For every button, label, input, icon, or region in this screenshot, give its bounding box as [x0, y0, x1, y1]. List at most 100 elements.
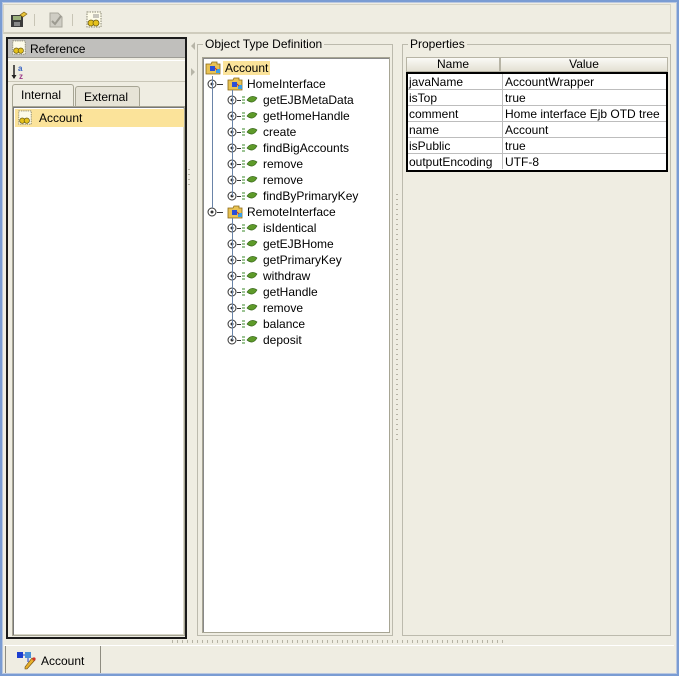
folder-icon: [227, 204, 245, 220]
property-value[interactable]: Account: [502, 122, 666, 137]
tree-connector: [237, 148, 241, 149]
property-value[interactable]: UTF-8: [502, 154, 666, 169]
method-icon: [241, 238, 259, 250]
tree-connector: [232, 218, 233, 340]
reference-list: Account: [12, 106, 185, 636]
tree-method-label: isIdentical: [263, 221, 317, 235]
tree-connector: [232, 90, 233, 196]
tree-method-label: balance: [263, 317, 306, 331]
tree-method-label: remove: [263, 173, 304, 187]
tree-connector: [237, 164, 241, 165]
tree-method-label: withdraw: [263, 269, 311, 283]
property-value[interactable]: true: [502, 138, 666, 153]
folder-icon: [205, 60, 223, 76]
property-name: outputEncoding: [409, 155, 493, 169]
bottom-tab-label: Account: [41, 654, 85, 668]
reference-tabs: Internal External: [12, 84, 184, 106]
tree-method-label: getHomeHandle: [263, 109, 350, 123]
method-icon: [241, 190, 259, 202]
method-icon: [241, 318, 259, 330]
save-icon[interactable]: [10, 11, 28, 29]
property-row[interactable]: javaName AccountWrapper: [408, 74, 666, 90]
property-value[interactable]: AccountWrapper: [502, 74, 666, 89]
tree-connector: [237, 292, 241, 293]
property-row[interactable]: name Account: [408, 122, 666, 138]
bottom-tab-account[interactable]: Account: [5, 646, 101, 673]
tree-method-label: getPrimaryKey: [263, 253, 342, 267]
tree-connector: [237, 340, 241, 341]
reference-header[interactable]: Reference: [8, 39, 185, 58]
method-icon: [241, 286, 259, 298]
list-item-label: Account: [39, 111, 83, 125]
tab-internal[interactable]: Internal: [12, 84, 74, 106]
splitter-grip[interactable]: [188, 165, 190, 185]
object-type-definition-group: Object Type Definition Account HomeInterf…: [197, 38, 393, 636]
method-icon: [241, 254, 259, 266]
tree-connector: [237, 324, 241, 325]
tree-method-label: getHandle: [263, 285, 318, 299]
property-value[interactable]: true: [502, 90, 666, 105]
check-document-icon[interactable]: [47, 11, 65, 29]
tree-connector: [237, 196, 241, 197]
tab-label: External: [84, 90, 129, 104]
method-icon: [241, 174, 259, 186]
tab-external[interactable]: External: [75, 86, 140, 106]
method-icon: [241, 126, 259, 138]
tree-connector: [237, 228, 241, 229]
tree-connector: [237, 260, 241, 261]
property-name: isTop: [409, 91, 438, 105]
method-icon: [241, 94, 259, 106]
properties-table: Name Value javaName AccountWrapper isTop tr…: [406, 57, 668, 172]
expand-toggle-icon[interactable]: [207, 207, 217, 217]
property-name: comment: [409, 107, 459, 121]
bottom-tab-bar: Account: [4, 645, 674, 673]
property-name: javaName: [409, 75, 464, 89]
method-icon: [241, 222, 259, 234]
property-row[interactable]: comment Home interface Ejb OTD tree: [408, 106, 666, 122]
tree-method-label: getEJBMetaData: [263, 93, 354, 107]
tree-connector: [237, 244, 241, 245]
tree-connector: [217, 212, 223, 213]
property-row[interactable]: isTop true: [408, 90, 666, 106]
tree-connector: [237, 100, 241, 101]
tree-connector: [237, 180, 241, 181]
property-value[interactable]: Home interface Ejb OTD tree: [502, 106, 666, 121]
tree-connector: [212, 76, 213, 208]
method-icon: [241, 334, 259, 346]
sort-bar: a z: [8, 60, 185, 82]
property-row[interactable]: outputEncoding UTF-8: [408, 154, 666, 170]
splitter-grip[interactable]: [396, 190, 398, 440]
list-item-account[interactable]: Account: [15, 109, 184, 127]
toolbar: [3, 4, 671, 34]
tree-method-label: findBigAccounts: [263, 141, 350, 155]
otd-title: Object Type Definition: [203, 37, 325, 51]
column-header-value[interactable]: Value: [500, 57, 668, 72]
reference-icon[interactable]: [85, 11, 103, 29]
tree-connector: [237, 116, 241, 117]
tree-root-label: Account: [223, 61, 271, 75]
tree-connector: [237, 132, 241, 133]
tree-connector: [217, 84, 223, 85]
splitter-handle[interactable]: [190, 40, 196, 80]
svg-text:z: z: [19, 72, 23, 81]
tree-method-label: findByPrimaryKey: [263, 189, 359, 203]
method-icon: [241, 158, 259, 170]
sort-az-icon[interactable]: a z: [11, 63, 29, 81]
column-header-name[interactable]: Name: [406, 57, 500, 72]
tree-connector: [237, 276, 241, 277]
method-icon: [241, 270, 259, 282]
method-icon: [241, 110, 259, 122]
properties-header: Name Value: [406, 57, 668, 72]
reference-icon: [11, 40, 27, 56]
otd-tree: Account HomeInterface getEJBMetaData getHom…: [202, 57, 390, 633]
tree-method-label: create: [263, 125, 297, 139]
tree-method-label: deposit: [263, 333, 302, 347]
splitter-grip[interactable]: [172, 640, 507, 643]
toolbar-separator: [34, 14, 35, 26]
tree-method-label: remove: [263, 157, 304, 171]
property-row[interactable]: isPublic true: [408, 138, 666, 154]
property-name: name: [409, 123, 440, 137]
tree-method-label: getEJBHome: [263, 237, 334, 251]
otd-edit-icon: [16, 650, 38, 670]
tab-label: Internal: [21, 88, 62, 102]
